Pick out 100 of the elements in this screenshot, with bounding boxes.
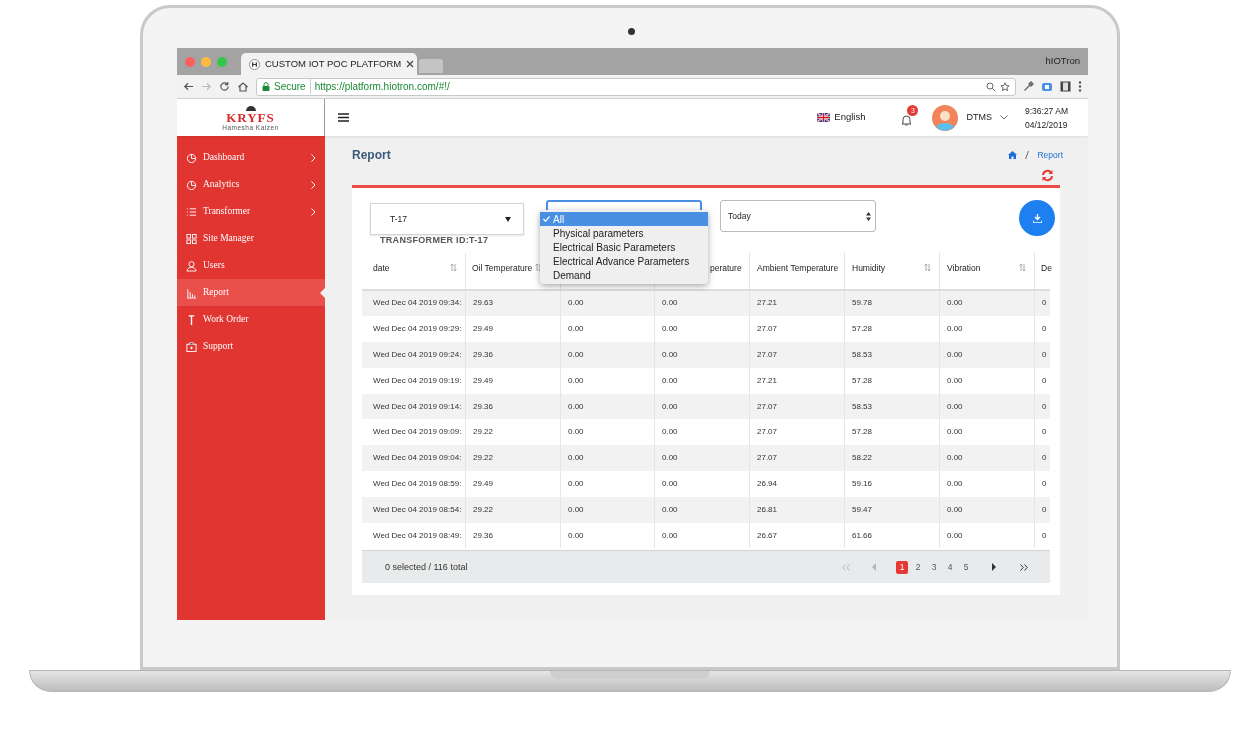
table-cell: 0.00 — [568, 529, 584, 542]
table-cell: 29.36 — [473, 400, 494, 413]
secure-label: Secure — [274, 79, 311, 94]
table-cell: Wed Dec 04 2019 08:49: — [373, 529, 462, 542]
table-cell: 29.22 — [473, 426, 494, 439]
tab-title: CUSTOM IOT POC PLATFORM — [265, 56, 402, 71]
sidebar-item[interactable]: Support — [177, 333, 325, 360]
table-cell: 0 — [1042, 349, 1047, 361]
table-cell: 0.00 — [568, 426, 584, 439]
table-cell: Wed Dec 04 2019 09:19: — [373, 374, 462, 387]
dropdown-option[interactable]: Demand — [540, 268, 708, 282]
table-cell: 0.00 — [947, 426, 963, 439]
table-cell: 59.16 — [852, 477, 873, 490]
table-cell: 27.07 — [757, 323, 778, 336]
page-link[interactable]: 2 — [912, 560, 924, 574]
column-header[interactable]: date — [373, 261, 390, 275]
page-link[interactable]: 1 — [896, 560, 908, 574]
table-cell: 27.07 — [757, 452, 778, 465]
sidebar-item[interactable]: Dashboard — [177, 144, 325, 171]
column-header[interactable]: Humidity — [852, 261, 886, 275]
page-link[interactable]: 4 — [944, 560, 956, 574]
table-cell: 29.36 — [473, 529, 494, 542]
table-cell: 27.21 — [757, 297, 778, 310]
table-cell: 29.49 — [473, 323, 494, 336]
table-cell: 0.00 — [947, 297, 963, 310]
table-cell: 0 — [1042, 323, 1047, 336]
sidebar-item[interactable]: Site Manager — [177, 225, 325, 252]
url-text: https://platform.hiotron.com/#!/ — [314, 80, 450, 94]
table-cell: 0 — [1042, 297, 1047, 310]
dropdown-option[interactable]: Physical parameters — [540, 226, 708, 240]
table-cell: 29.22 — [473, 503, 494, 516]
table-cell: Wed Dec 04 2019 09:14: — [373, 400, 462, 413]
table-cell: Wed Dec 04 2019 09:24: — [373, 349, 462, 361]
table-cell: 57.28 — [852, 426, 873, 439]
dropdown-option[interactable]: Electrical Basic Parameters — [540, 240, 708, 254]
table-cell: 0.00 — [568, 477, 584, 490]
table-cell: 0.00 — [662, 477, 678, 490]
page-link[interactable]: 5 — [960, 560, 972, 574]
sidebar-item[interactable]: Users — [177, 252, 325, 279]
transformer-id-label: TRANSFORMER ID:T-17 — [380, 234, 489, 247]
table-cell: 29.49 — [473, 477, 494, 490]
table-cell: 0 — [1042, 529, 1047, 542]
dropdown-option[interactable]: Electrical Advance Parameters — [540, 254, 708, 268]
table-cell: 61.66 — [852, 529, 873, 542]
page-link[interactable]: 3 — [928, 560, 940, 574]
table-cell: 26.94 — [757, 477, 778, 490]
table-cell: 0 — [1042, 374, 1047, 387]
table-cell: 58.53 — [852, 400, 873, 413]
table-cell: 0.00 — [947, 529, 963, 542]
table-cell: 29.49 — [473, 374, 494, 387]
table-cell: 0.00 — [947, 452, 963, 465]
table-cell: 58.53 — [852, 349, 873, 361]
table-cell: 29.22 — [473, 452, 494, 465]
sidebar-item[interactable]: Analytics — [177, 171, 325, 198]
profile-name: hIOTron — [1045, 54, 1080, 69]
table-cell: 0.00 — [568, 503, 584, 516]
table-cell: 0 — [1042, 452, 1047, 465]
table-cell: 0.00 — [947, 400, 963, 413]
table-cell: 29.63 — [473, 297, 494, 310]
table-cell: 57.28 — [852, 323, 873, 336]
table-cell: 0 — [1042, 400, 1047, 413]
table-cell: 0.00 — [568, 349, 584, 361]
transformer-select[interactable]: T-17 — [370, 203, 524, 235]
clock-date: 04/12/2019 — [1025, 119, 1068, 130]
table-cell: 0.00 — [662, 374, 678, 387]
table-cell: 0.00 — [662, 349, 678, 361]
table-cell: Wed Dec 04 2019 09:34: — [373, 297, 462, 310]
table-cell: 27.07 — [757, 426, 778, 439]
page-title: Report — [352, 147, 391, 164]
column-header[interactable]: De — [1041, 261, 1052, 275]
selection-summary: 0 selected / 116 total — [385, 560, 468, 574]
column-header[interactable]: Ambient Temperature — [757, 261, 839, 275]
table-cell: 27.07 — [757, 349, 778, 361]
column-header[interactable]: Vibration — [947, 261, 981, 275]
sidebar-item[interactable]: Work Order — [177, 306, 325, 333]
table-cell: 0.00 — [662, 452, 678, 465]
sidebar-item[interactable]: Report — [177, 279, 325, 306]
table-cell: 26.67 — [757, 529, 778, 542]
clock-time: 9:36:27 AM — [1025, 105, 1068, 116]
language-selector[interactable]: English — [817, 110, 866, 125]
table-cell: 0.00 — [568, 400, 584, 413]
table-cell: 0.00 — [662, 529, 678, 542]
browser-tab[interactable]: CUSTOM IOT POC PLATFORM — [241, 53, 417, 75]
table-cell: 0.00 — [568, 374, 584, 387]
table-cell: 0.00 — [947, 323, 963, 336]
table-cell: Wed Dec 04 2019 09:09: — [373, 426, 462, 439]
address-field[interactable]: Secure https://platform.hiotron.com/#!/ — [256, 77, 1016, 96]
table-cell: 0.00 — [947, 349, 963, 361]
column-header[interactable]: Oil Temperature — [472, 261, 533, 275]
period-select[interactable]: Today — [720, 200, 876, 232]
table-cell: 0.00 — [947, 503, 963, 516]
table-cell: 0.00 — [662, 503, 678, 516]
table-cell: 0.00 — [662, 426, 678, 439]
user-menu[interactable]: DTMS — [966, 110, 1008, 125]
table-cell: 0.00 — [568, 297, 584, 310]
breadcrumb-link[interactable]: Report — [1037, 149, 1063, 162]
table-cell: 58.22 — [852, 452, 873, 465]
sidebar-item[interactable]: Transformer — [177, 198, 325, 225]
table-cell: 29.36 — [473, 349, 494, 361]
column-header[interactable]: perature — [710, 261, 742, 275]
